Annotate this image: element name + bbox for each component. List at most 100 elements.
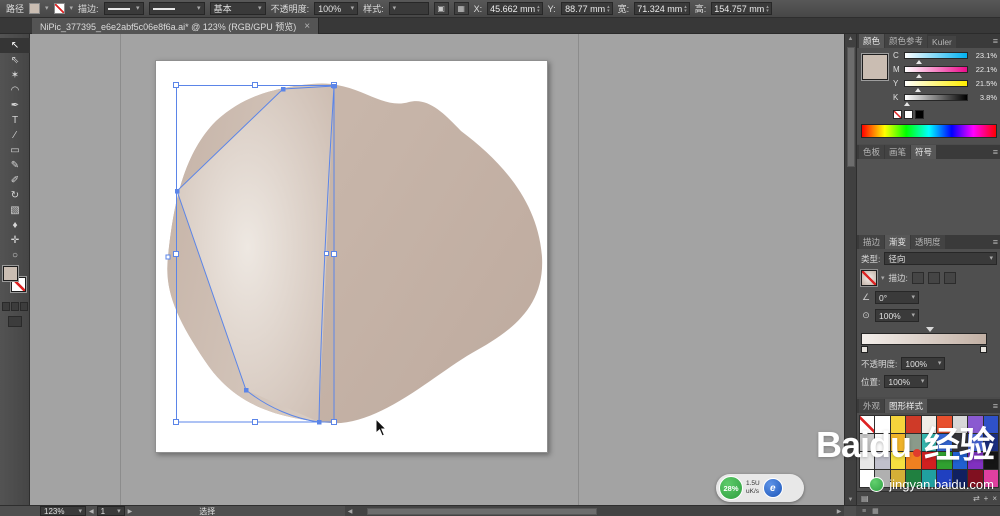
artboard[interactable] [155, 60, 548, 453]
scrollbar-thumb[interactable] [846, 47, 855, 167]
spinner-icon[interactable]: ▴ ▾ [607, 4, 610, 13]
height-field[interactable]: 154.757 mm ▴ ▾ [711, 2, 772, 15]
chevron-down-icon[interactable]: ▾ [45, 5, 49, 12]
screen-mode-button[interactable] [8, 316, 22, 327]
channel-slider[interactable] [904, 79, 968, 92]
spinner-icon[interactable]: ▴ ▾ [766, 4, 769, 13]
selection-tool[interactable]: ↖ [0, 38, 30, 53]
gradient-tool[interactable]: ▧ [0, 203, 30, 218]
panel-menu-icon[interactable]: ≡ [993, 36, 998, 46]
gradient-fill-swatch[interactable] [860, 269, 878, 287]
break-link-icon[interactable]: ⇄ [973, 494, 980, 503]
spinner-icon[interactable]: ▴ ▾ [537, 4, 540, 13]
white-swatch[interactable] [904, 110, 913, 119]
artwork-svg[interactable] [156, 61, 549, 454]
channel-slider[interactable] [904, 65, 968, 78]
brush-definition-dropdown[interactable]: 基本 ▾ [209, 2, 266, 15]
artboard-number-dropdown[interactable]: 1 ▾ [96, 506, 125, 516]
x-field[interactable]: 45.662 mm ▴ ▾ [487, 2, 543, 15]
scroll-left-icon[interactable]: ◀ [345, 508, 355, 515]
tab-brushes[interactable]: 画笔 [885, 145, 911, 159]
channel-value[interactable]: 21.5% [971, 79, 997, 88]
gradient-stop-start[interactable] [861, 346, 868, 353]
pen-tool[interactable]: ✒ [0, 98, 30, 113]
hand-tool[interactable]: ✛ [0, 233, 30, 248]
channel-value[interactable]: 22.1% [971, 65, 997, 74]
paintbrush-tool[interactable]: ✐ [0, 173, 30, 188]
type-tool[interactable]: T [0, 113, 30, 128]
stroke-weight-dropdown[interactable]: ▾ [103, 2, 144, 15]
tab-stroke[interactable]: 描边 [859, 235, 885, 249]
pencil-tool[interactable]: ✎ [0, 158, 30, 173]
panel-menu-icon[interactable]: ≡ [993, 237, 998, 247]
scroll-down-icon[interactable]: ▼ [848, 495, 854, 505]
gradient-angle-dropdown[interactable]: 0° ▾ [875, 291, 919, 304]
scrollbar-thumb[interactable] [367, 508, 597, 515]
stroke-apply-within-icon[interactable] [911, 272, 924, 284]
lasso-tool[interactable]: ◠ [0, 83, 30, 98]
channel-value[interactable]: 23.1% [971, 51, 997, 60]
color-spectrum-bar[interactable] [861, 124, 997, 138]
chevron-down-icon[interactable]: ▾ [881, 275, 885, 282]
panel-menu-icon[interactable]: ≡ [862, 508, 866, 515]
black-swatch[interactable] [915, 110, 924, 119]
gradient-bar[interactable] [861, 333, 987, 345]
styles-library-icon[interactable]: ▤ [861, 494, 869, 503]
stroke-swatch[interactable] [53, 3, 65, 14]
width-field[interactable]: 71.324 mm ▴ ▾ [634, 2, 690, 15]
stroke-apply-across-icon[interactable] [943, 272, 956, 284]
previous-artboard-icon[interactable]: ◀ [89, 508, 94, 515]
eyedropper-tool[interactable]: ♦ [0, 218, 30, 233]
grid-icon[interactable]: ▦ [872, 507, 879, 515]
tab-graphic-styles[interactable]: 图形样式 [885, 399, 928, 413]
network-monitor-widget[interactable]: 28% 1.5U uK/s e [716, 474, 804, 502]
style-dropdown[interactable]: ▾ [388, 2, 429, 15]
none-swatch[interactable] [893, 110, 902, 119]
tab-color-guide[interactable]: 颜色参考 [885, 34, 928, 48]
gradient-type-dropdown[interactable]: 径向 ▾ [884, 252, 997, 265]
next-artboard-icon[interactable]: ▶ [128, 508, 133, 515]
tab-appearance[interactable]: 外观 [859, 399, 885, 413]
spinner-icon[interactable]: ▴ ▾ [684, 4, 687, 13]
channel-slider[interactable] [904, 51, 968, 64]
tab-symbols[interactable]: 符号 [911, 145, 937, 159]
canvas-area[interactable] [30, 34, 844, 505]
fill-swatch[interactable] [29, 3, 41, 14]
tab-transparency[interactable]: 透明度 [911, 235, 945, 249]
document-tab[interactable]: NiPic_377395_e6e2abf5c06e8f6a.ai* @ 123%… [32, 18, 320, 34]
symbols-list[interactable] [857, 159, 1000, 235]
channel-value[interactable]: 3.8% [971, 93, 997, 102]
gradient-stop-end[interactable] [980, 346, 987, 353]
scrollbar-track[interactable] [355, 507, 834, 516]
scroll-up-icon[interactable]: ▲ [848, 34, 854, 44]
tab-color[interactable]: 颜色 [859, 34, 885, 48]
draw-inside-button[interactable] [20, 302, 28, 311]
scroll-right-icon[interactable]: ▶ [834, 508, 844, 515]
delete-style-icon[interactable]: × [992, 494, 997, 503]
tab-swatches[interactable]: 色板 [859, 145, 885, 159]
fill-stroke-indicator[interactable] [2, 265, 27, 294]
draw-normal-button[interactable] [2, 302, 10, 311]
slider-thumb[interactable] [904, 101, 911, 106]
panel-menu-icon[interactable]: ≡ [993, 147, 998, 157]
align-icon[interactable]: ▦ [453, 2, 469, 15]
current-color-swatch[interactable] [861, 53, 889, 81]
tab-gradient[interactable]: 渐变 [885, 235, 911, 249]
horizontal-scrollbar[interactable]: ◀ ▶ [345, 506, 844, 516]
gradient-slider[interactable] [861, 327, 997, 353]
magic-wand-tool[interactable]: ✶ [0, 68, 30, 83]
direct-selection-tool[interactable]: ⇖ [0, 53, 30, 68]
zoom-tool[interactable]: ○ [0, 248, 30, 263]
opacity-dropdown[interactable]: 100% ▾ [314, 2, 359, 15]
channel-slider[interactable] [904, 93, 968, 106]
draw-behind-button[interactable] [11, 302, 19, 311]
zoom-level-dropdown[interactable]: 123% ▾ [40, 506, 86, 516]
tab-kuler[interactable]: Kuler [928, 36, 956, 48]
chevron-down-icon[interactable]: ▾ [70, 5, 74, 12]
width-profile-dropdown[interactable]: ▾ [148, 2, 205, 15]
gradient-position-dropdown[interactable]: 100% ▾ [884, 375, 929, 388]
rotate-tool[interactable]: ↻ [0, 188, 30, 203]
fill-color-swatch[interactable] [2, 265, 19, 282]
blob-highlight-wedge[interactable] [177, 86, 334, 422]
close-icon[interactable]: × [304, 21, 310, 32]
